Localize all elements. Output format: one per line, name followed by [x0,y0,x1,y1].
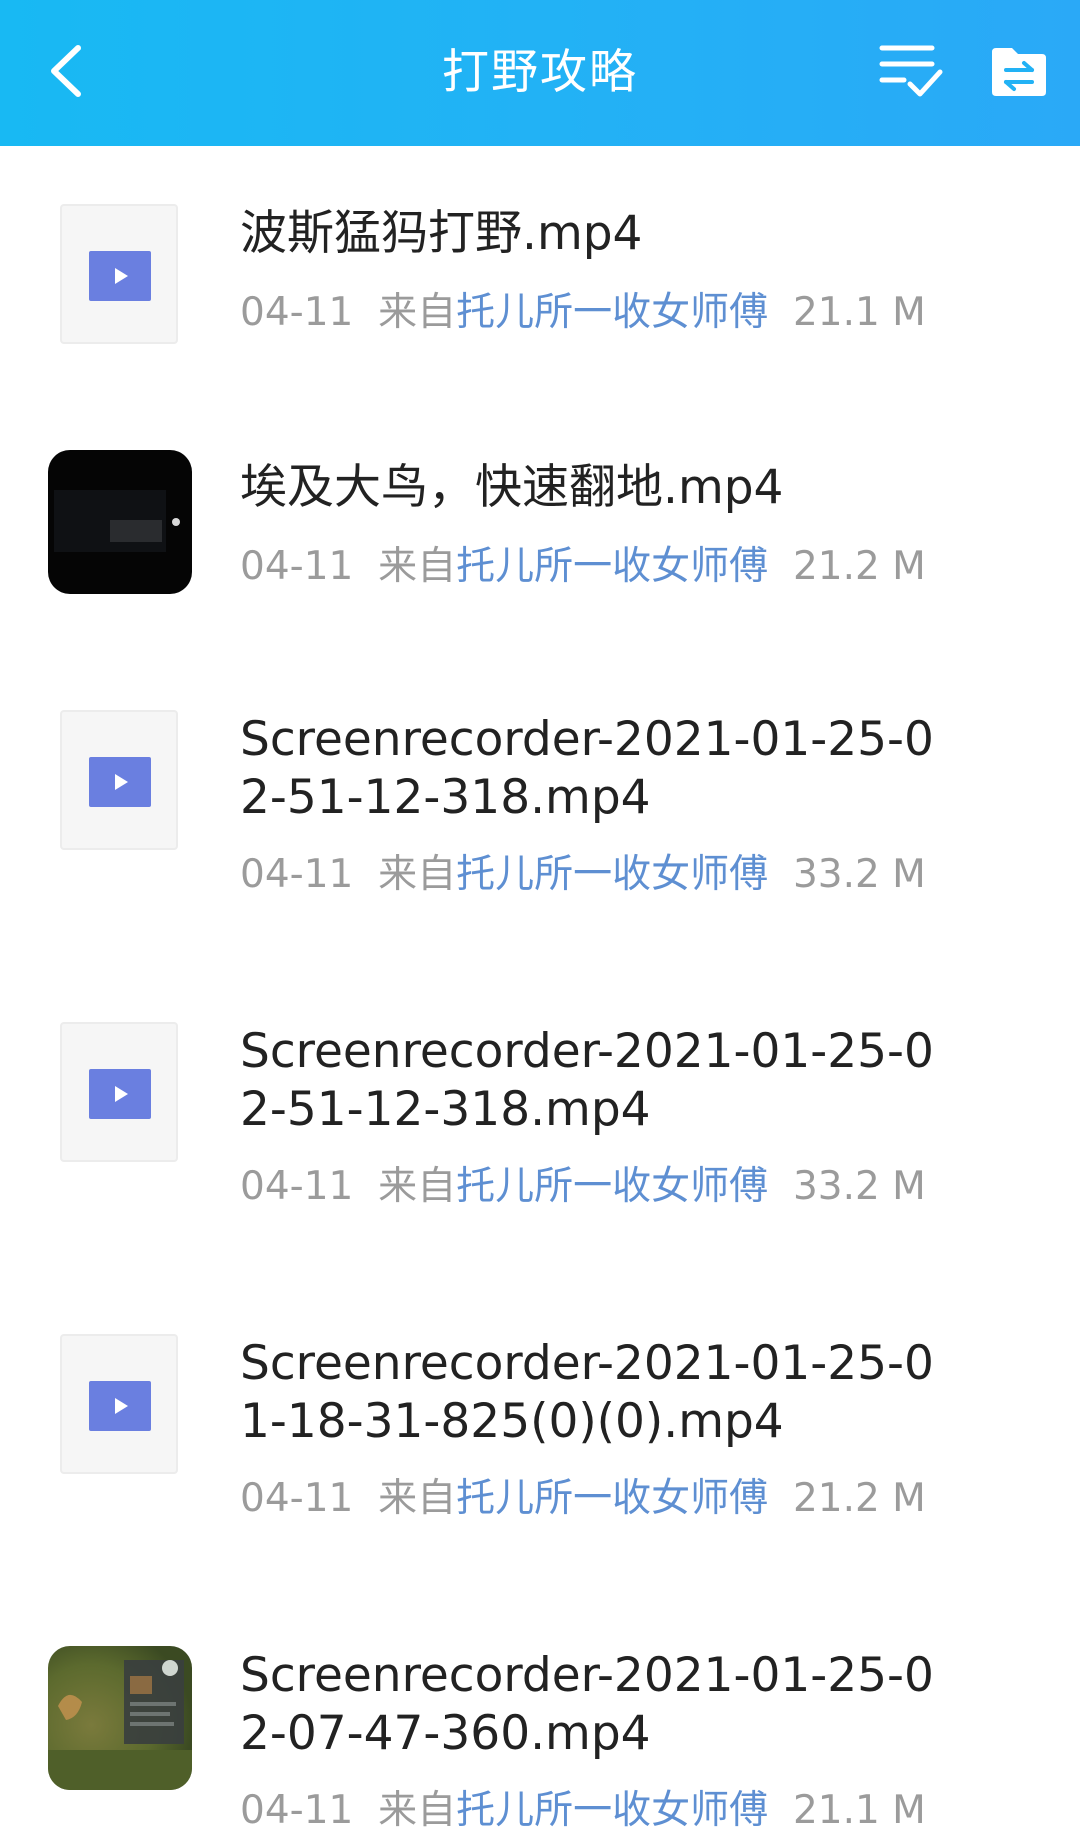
file-item[interactable]: 埃及大鸟，快速翻地.mp4 04-11 来自托儿所一收女师傅 21.2 M [0,400,1080,654]
file-name: Screenrecorder-2021-01-25-02-51-12-318.m… [240,1024,934,1137]
video-thumbnail [48,450,192,594]
file-item[interactable]: Screenrecorder-2021-01-25-02-07-47-360.m… [0,1590,1080,1828]
dark-video-thumbnail [48,450,192,594]
top-bar: 打野攻略 [0,0,1080,146]
file-item[interactable]: Screenrecorder-2021-01-25-01-18-31-825(0… [0,1278,1080,1590]
from-label: 来自 [378,290,457,335]
file-size: 33.2 M [792,852,926,897]
file-item[interactable]: 波斯猛犸打野.mp4 04-11 来自托儿所一收女师傅 21.1 M [0,146,1080,400]
file-date: 04-11 [240,1164,354,1209]
file-source[interactable]: 托儿所一收女师傅 [456,1164,768,1209]
file-name: Screenrecorder-2021-01-25-01-18-31-825(0… [240,1336,934,1449]
game-video-thumbnail [48,1646,192,1790]
from-label: 来自 [378,1476,457,1521]
file-date: 04-11 [240,1476,354,1521]
file-date: 04-11 [240,290,354,335]
from-label: 来自 [378,544,457,589]
video-thumbnail [60,1334,178,1474]
video-placeholder-icon [89,251,151,301]
file-name: Screenrecorder-2021-01-25-02-07-47-360.m… [240,1648,934,1761]
video-thumbnail [60,204,178,344]
multi-select-button[interactable] [878,40,944,102]
file-date: 04-11 [240,544,354,589]
file-meta: 04-11 来自托儿所一收女师傅 33.2 M [240,1162,940,1211]
file-meta: 04-11 来自托儿所一收女师傅 21.2 M [240,542,940,591]
video-placeholder-icon [89,757,151,807]
file-source[interactable]: 托儿所一收女师傅 [456,290,768,335]
file-source[interactable]: 托儿所一收女师傅 [456,1476,768,1521]
file-source[interactable]: 托儿所一收女师傅 [456,1788,768,1828]
file-date: 04-11 [240,852,354,897]
file-item[interactable]: Screenrecorder-2021-01-25-02-51-12-318.m… [0,966,1080,1278]
video-placeholder-icon [89,1069,151,1119]
file-size: 21.1 M [792,1788,926,1828]
file-size: 33.2 M [792,1164,926,1209]
checklist-icon [879,45,943,97]
file-source[interactable]: 托儿所一收女师傅 [456,544,768,589]
file-date: 04-11 [240,1788,354,1828]
file-meta: 04-11 来自托儿所一收女师傅 21.2 M [240,1474,940,1523]
video-thumbnail [60,1022,178,1162]
file-meta: 04-11 来自托儿所一收女师傅 21.1 M [240,1786,940,1828]
video-thumbnail [60,710,178,850]
file-name: Screenrecorder-2021-01-25-02-51-12-318.m… [240,712,934,825]
file-item[interactable]: Screenrecorder-2021-01-25-02-51-12-318.m… [0,654,1080,966]
video-placeholder-icon [89,1381,151,1431]
file-size: 21.1 M [792,290,926,335]
from-label: 来自 [378,852,457,897]
file-size: 21.2 M [792,1476,926,1521]
from-label: 来自 [378,1788,457,1828]
file-source[interactable]: 托儿所一收女师傅 [456,852,768,897]
folder-button[interactable] [990,46,1048,98]
video-thumbnail [48,1646,192,1790]
file-name: 埃及大鸟，快速翻地.mp4 [240,460,784,515]
file-meta: 04-11 来自托儿所一收女师傅 33.2 M [240,850,940,899]
file-list: 波斯猛犸打野.mp4 04-11 来自托儿所一收女师傅 21.1 M 埃及大鸟，… [0,146,1080,1828]
folder-transfer-icon [992,48,1046,96]
file-name: 波斯猛犸打野.mp4 [240,206,643,261]
from-label: 来自 [378,1164,457,1209]
file-meta: 04-11 来自托儿所一收女师傅 21.1 M [240,288,940,337]
file-size: 21.2 M [792,544,926,589]
